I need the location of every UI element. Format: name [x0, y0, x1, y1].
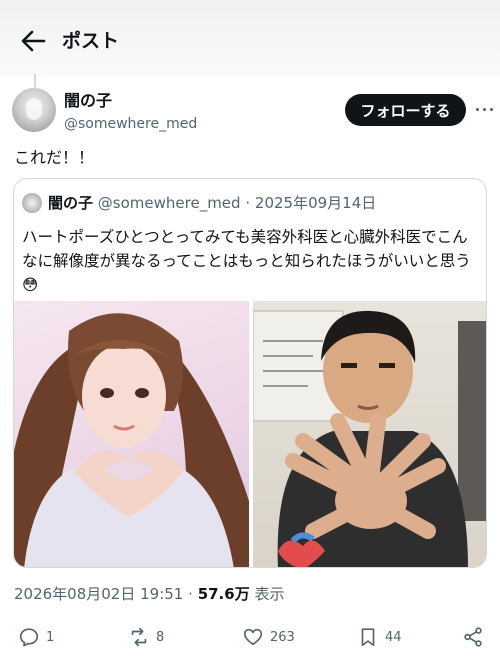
repost-button[interactable]: 8 — [128, 622, 164, 652]
views-count: 57.6万 — [197, 585, 250, 603]
reply-button[interactable]: 1 — [18, 622, 54, 652]
like-button[interactable]: 263 — [242, 622, 295, 652]
quote-author-name: 闇の子 — [48, 194, 94, 212]
avatar[interactable] — [12, 88, 56, 132]
bookmark-button[interactable]: 44 — [357, 622, 402, 652]
author-handle[interactable]: @somewhere_med — [64, 115, 197, 133]
page-title: ポスト — [62, 30, 120, 52]
post-text: これだ！！ — [14, 148, 95, 167]
quote-separator: · — [245, 194, 251, 212]
reply-icon — [19, 628, 39, 647]
action-bar: 1 8 263 44 — [0, 622, 500, 652]
bookmark-icon — [361, 628, 375, 647]
reply-count: 1 — [46, 629, 55, 645]
timestamp-date: 2026年08月02日 19:51 — [14, 585, 184, 603]
share-icon — [464, 627, 482, 647]
repost-icon — [131, 627, 147, 647]
quote-avatar — [22, 193, 42, 213]
top-bar: ポスト — [0, 0, 500, 76]
quote-text: ハートポーズひとつとってみても美容外科医と心臓外科医でこんなに解像度が異なるって… — [22, 228, 471, 294]
author-name[interactable]: 闇の子 — [64, 91, 112, 111]
heart-icon — [243, 628, 263, 646]
timestamp-separator: · — [188, 585, 193, 603]
bookmark-count: 44 — [385, 629, 402, 645]
arrow-left-icon[interactable] — [18, 28, 48, 54]
share-button[interactable] — [462, 622, 484, 652]
repost-count: 8 — [156, 629, 165, 645]
follow-button[interactable]: フォローする — [345, 94, 466, 126]
post-timestamp: 2026年08月02日 19:51 · 57.6万 表示 — [14, 584, 285, 604]
thread-line — [34, 74, 36, 88]
quote-author-handle: @somewhere_med — [97, 194, 241, 212]
like-count: 263 — [270, 629, 295, 645]
views-label: 表示 — [254, 585, 285, 603]
quote-date: 2025年09月14日 — [254, 194, 377, 212]
quote-header: 闇の子 @somewhere_med · 2025年09月14日 — [48, 192, 376, 214]
quote-image-left[interactable] — [14, 301, 249, 567]
more-options-icon[interactable] — [474, 100, 494, 120]
quoted-post[interactable]: 闇の子 @somewhere_med · 2025年09月14日 ハートポーズひ… — [13, 178, 487, 568]
quote-image-right[interactable] — [253, 301, 486, 567]
